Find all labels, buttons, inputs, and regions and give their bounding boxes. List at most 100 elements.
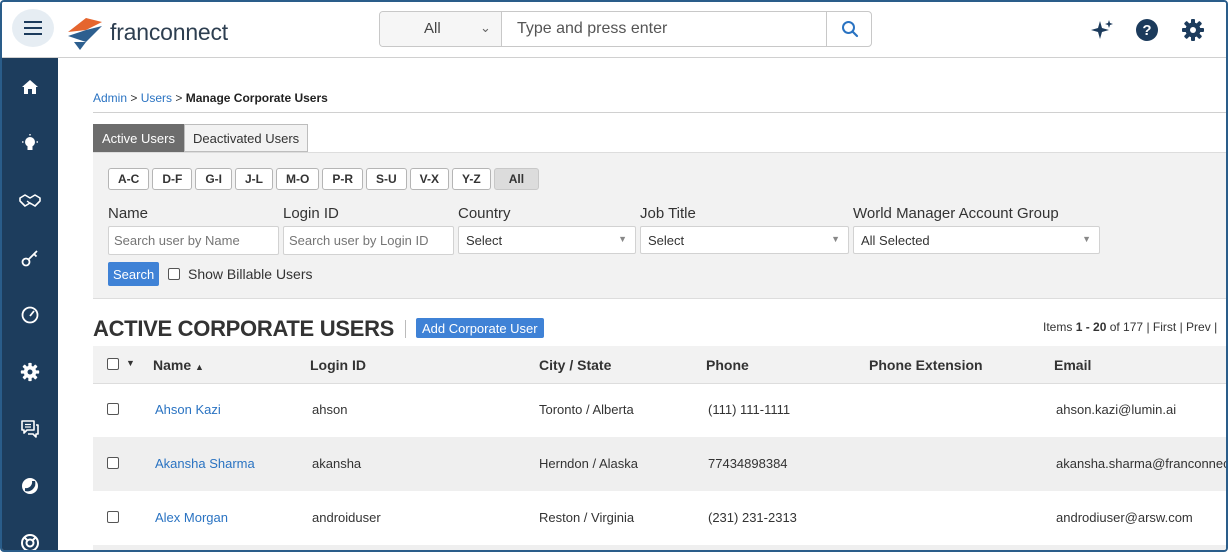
sidebar-item-reports[interactable] [2, 466, 58, 506]
breadcrumb-current: Manage Corporate Users [185, 91, 328, 105]
breadcrumb-admin[interactable]: Admin [93, 91, 127, 105]
user-city-state: Toronto / Alberta [539, 402, 634, 417]
country-select-value: Select [466, 233, 503, 248]
alpha-filter-a-c[interactable]: A-C [108, 168, 150, 190]
pagination-prev[interactable]: Prev [1186, 320, 1211, 334]
chat-icon [21, 420, 39, 438]
sidebar-item-support[interactable] [2, 523, 58, 550]
logo-mark-icon [68, 18, 102, 50]
menu-icon[interactable] [12, 9, 54, 47]
divider [405, 320, 406, 338]
search-button[interactable] [826, 12, 872, 46]
pagination-separator: | [1179, 320, 1183, 334]
settings-icon[interactable] [1180, 17, 1206, 43]
select-all-checkbox[interactable] [107, 358, 119, 370]
country-label: Country [458, 205, 511, 222]
breadcrumb-separator: > [130, 91, 138, 105]
franconnect-logo[interactable]: franconnect [64, 12, 228, 52]
country-select[interactable]: Select ▼ [458, 226, 636, 254]
chevron-down-icon: ⌄ [480, 20, 491, 35]
pagination-separator: | [1214, 320, 1218, 334]
alpha-filter-j-l[interactable]: J-L [235, 168, 273, 190]
pagination-range: 1 - 20 [1075, 320, 1107, 334]
column-header-login-id[interactable]: Login ID [310, 357, 366, 373]
alpha-filter-v-x[interactable]: V-X [409, 168, 450, 190]
moon-icon [22, 478, 38, 494]
search-input[interactable] [517, 18, 817, 40]
gauge-icon [21, 306, 39, 324]
sidebar-item-ideas[interactable] [2, 124, 58, 164]
section-title: ACTIVE CORPORATE USERS [93, 316, 395, 341]
sidebar-item-access[interactable] [2, 238, 58, 278]
handshake-icon [19, 194, 41, 207]
sidebar-item-admin[interactable] [2, 352, 58, 392]
breadcrumb: Admin > Users > Manage Corporate Users [93, 91, 328, 105]
user-city-state: Herndon / Alaska [539, 456, 639, 471]
search-icon [841, 21, 858, 38]
alpha-filter-m-o[interactable]: M-O [276, 168, 320, 190]
sidebar-item-home[interactable] [2, 67, 58, 107]
tab-active-users[interactable]: Active Users [93, 124, 184, 152]
alpha-filter-d-f[interactable]: D-F [152, 168, 193, 190]
table-row: Ahson Kazi ahson Toronto / Alberta (111)… [93, 383, 1226, 437]
wm-account-group-value: All Selected [861, 233, 930, 248]
user-name-link[interactable]: Akansha Sharma [155, 456, 255, 471]
login-id-label: Login ID [283, 205, 339, 222]
table-row: Akansha Sharma akansha Herndon / Alaska … [93, 437, 1228, 491]
key-icon [21, 250, 38, 267]
row-checkbox[interactable] [107, 511, 119, 523]
column-header-phone-extension[interactable]: Phone Extension [869, 357, 983, 373]
alpha-filter-p-r[interactable]: P-R [322, 168, 363, 190]
show-billable-checkbox[interactable] [168, 268, 180, 280]
select-menu-caret-icon[interactable]: ▼ [126, 358, 135, 368]
lightbulb-icon [22, 134, 38, 150]
sparkle-icon[interactable] [1089, 17, 1115, 43]
user-login-id: androiduser [312, 510, 381, 525]
column-header-phone[interactable]: Phone [706, 357, 749, 373]
user-login-id: akansha [312, 456, 362, 471]
gear-icon [20, 362, 40, 382]
user-name-link[interactable]: Alex Morgan [155, 510, 228, 525]
search-category-label: All [424, 20, 441, 37]
row-checkbox[interactable] [107, 457, 119, 469]
name-search-input[interactable] [108, 226, 279, 255]
sidebar-item-partners[interactable] [2, 181, 58, 221]
user-phone: 77434898384 [708, 456, 788, 471]
home-icon [22, 80, 38, 94]
caret-down-icon: ▼ [831, 234, 840, 244]
column-header-city-state[interactable]: City / State [539, 357, 611, 373]
breadcrumb-separator: > [175, 91, 183, 105]
wm-account-group-select[interactable]: All Selected ▼ [853, 226, 1100, 254]
user-name-link[interactable]: Ahson Kazi [155, 402, 221, 417]
table-header: ▼ Name ▲ Login ID City / State Phone Pho… [93, 346, 1226, 384]
pagination-separator: | [1146, 320, 1150, 334]
user-phone: (111) 111-1111 [708, 402, 791, 417]
user-tabs: Active Users Deactivated Users [93, 124, 309, 152]
alpha-filter-y-z[interactable]: Y-Z [452, 168, 491, 190]
table-row: Alex Morgan androiduser Reston / Virgini… [93, 491, 1226, 545]
alpha-filter-s-u[interactable]: S-U [366, 168, 407, 190]
job-title-select[interactable]: Select ▼ [640, 226, 849, 254]
user-email: androdiuser@arsw.com [1056, 510, 1193, 525]
global-search: All ⌄ [379, 11, 872, 47]
sidebar-item-messages[interactable] [2, 409, 58, 449]
user-phone: (231) 231-2313 [708, 510, 797, 525]
pagination-first[interactable]: First [1153, 320, 1176, 334]
help-icon[interactable]: ? [1134, 17, 1160, 43]
row-checkbox[interactable] [107, 403, 119, 415]
tab-deactivated-users[interactable]: Deactivated Users [183, 124, 309, 152]
alpha-filter-all[interactable]: All [493, 168, 540, 190]
search-category-dropdown[interactable]: All ⌄ [380, 12, 502, 46]
sidebar-item-dashboard[interactable] [2, 295, 58, 335]
column-header-email[interactable]: Email [1054, 357, 1091, 373]
column-header-name[interactable]: Name ▲ [153, 357, 204, 373]
login-id-search-input[interactable] [283, 226, 454, 255]
show-billable-label: Show Billable Users [188, 266, 313, 282]
user-email: akansha.sharma@franconnect [1056, 456, 1228, 471]
filter-search-button[interactable]: Search [108, 262, 160, 286]
sidebar [2, 58, 58, 550]
pagination: Items 1 - 20 of 177 | First | Prev | [1043, 320, 1217, 334]
add-corporate-user-button[interactable]: Add Corporate User [416, 318, 544, 338]
alpha-filter-g-i[interactable]: G-I [195, 168, 232, 190]
breadcrumb-users[interactable]: Users [141, 91, 172, 105]
